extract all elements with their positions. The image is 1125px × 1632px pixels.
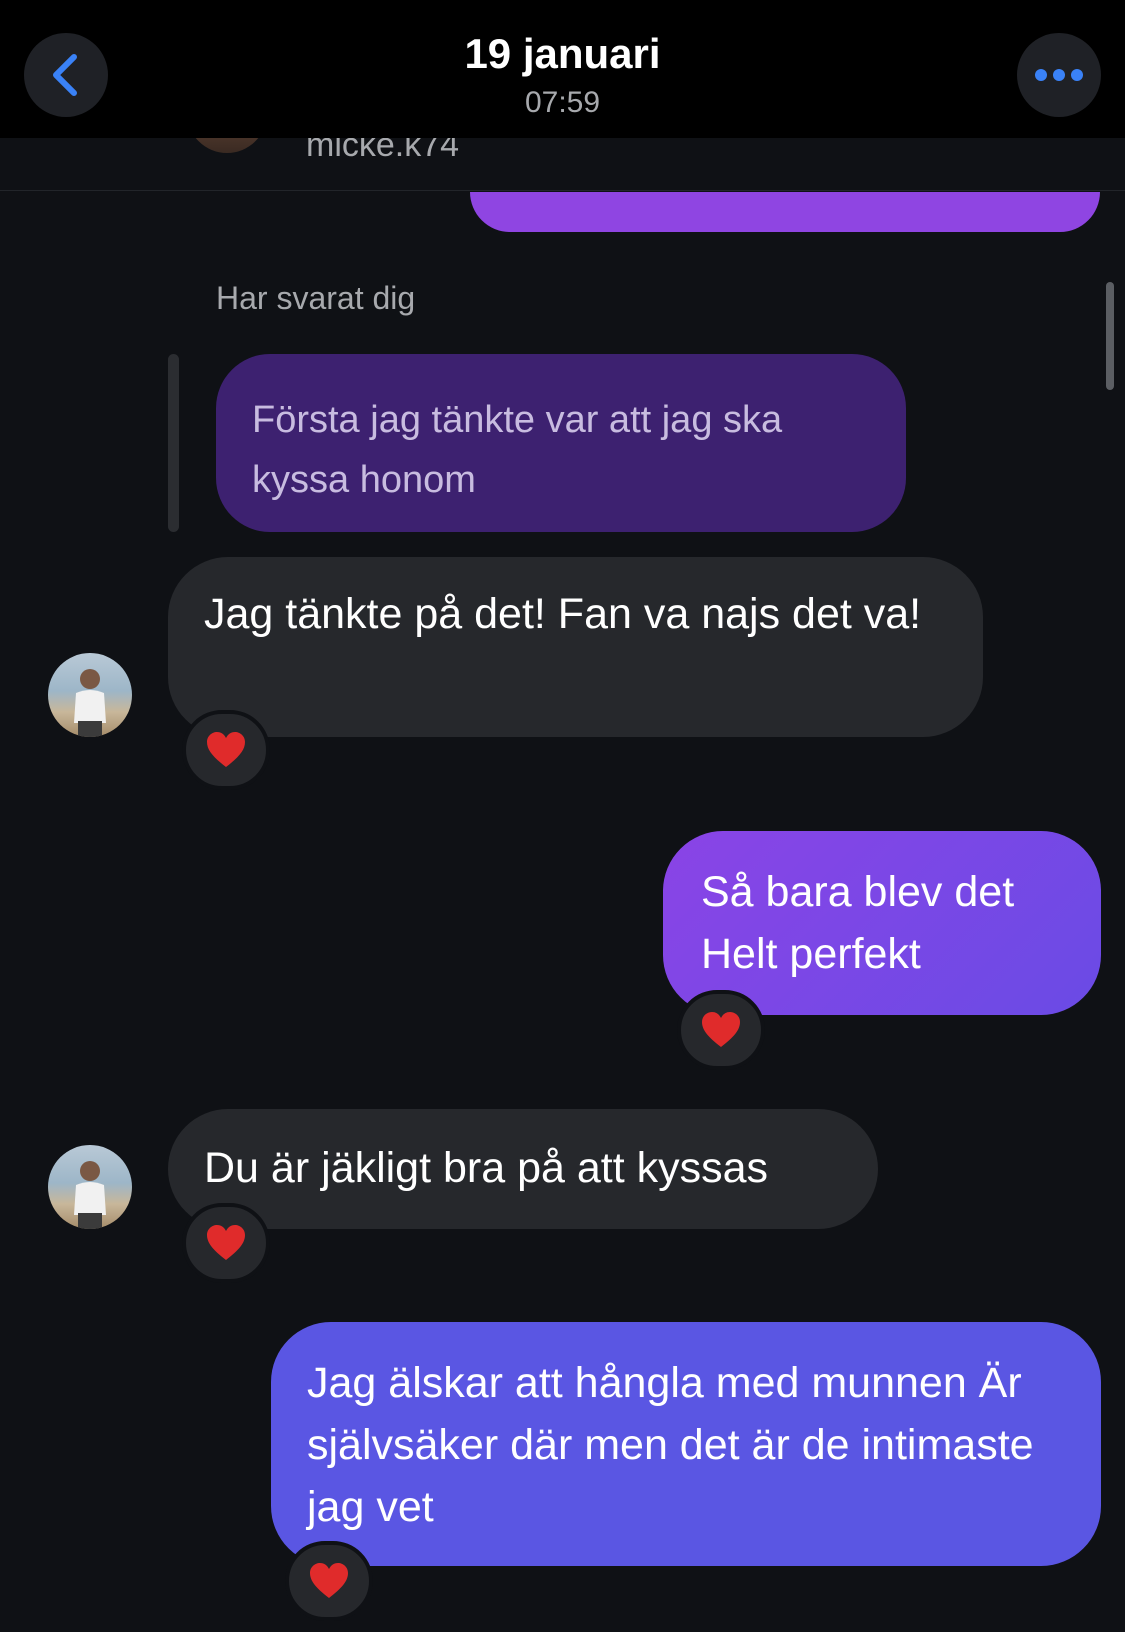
previous-message-peek: micke.k74 [0,138,1125,191]
heart-icon [702,1012,740,1047]
outgoing-message[interactable]: Jag älskar att hångla med munnen Är själ… [271,1322,1101,1566]
incoming-message[interactable]: Jag tänkte på det! Fan va najs det va! [168,557,983,737]
avatar [187,138,267,153]
reaction-badge[interactable] [182,710,270,790]
more-options-button[interactable] [1017,33,1101,117]
heart-icon [207,732,245,767]
previous-outgoing-bubble[interactable] [470,192,1100,232]
reaction-badge[interactable] [182,1203,270,1283]
reaction-badge[interactable] [677,990,765,1070]
top-bar: 19 januari 07:59 [0,0,1125,138]
person-photo [74,1161,106,1229]
reply-indicator-line [168,354,179,532]
reaction-badge[interactable] [285,1541,373,1621]
username: micke.k74 [306,138,460,164]
person-photo [74,669,106,737]
contact-avatar[interactable] [48,653,132,737]
heart-icon [207,1225,245,1260]
more-horizontal-icon [1035,69,1083,81]
heart-icon [310,1563,348,1598]
reply-label: Har svarat dig [216,280,416,316]
quoted-message[interactable]: Första jag tänkte var att jag ska kyssa … [216,354,906,532]
scrollbar[interactable] [1106,282,1114,390]
incoming-message[interactable]: Du är jäkligt bra på att kyssas [168,1109,878,1229]
conversation-time: 07:59 [524,86,601,119]
conversation-date: 19 januari [464,30,661,77]
contact-avatar[interactable] [48,1145,132,1229]
outgoing-message[interactable]: Så bara blev det Helt perfekt [663,831,1101,1015]
